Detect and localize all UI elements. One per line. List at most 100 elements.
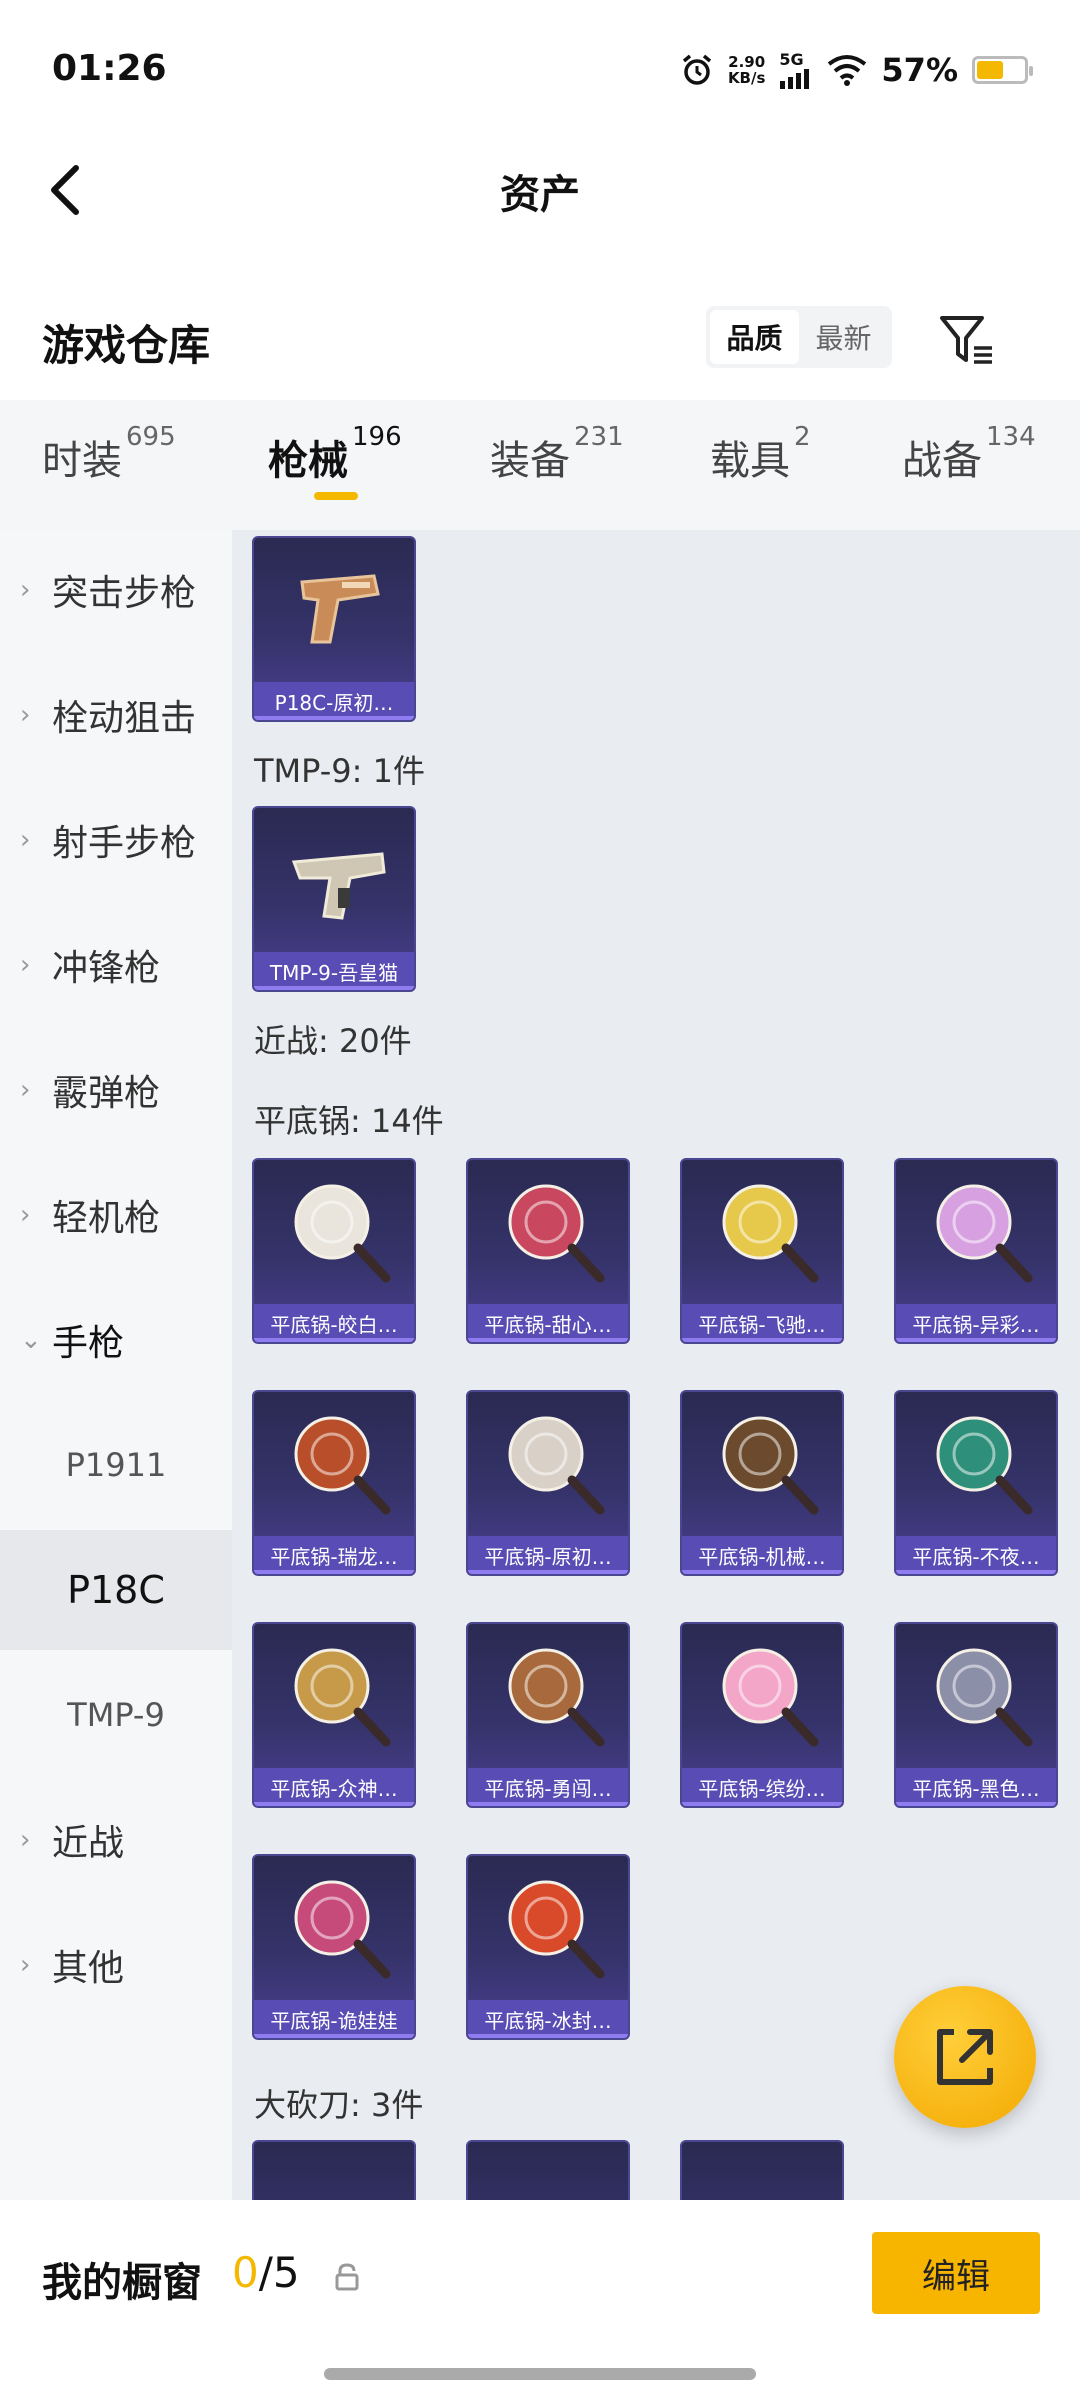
section-label-melee: 近战: 20件 [254,1022,412,1060]
network-type: 5G [779,50,804,69]
sidebar-item-bolt-sniper[interactable]: › 栓动狙击 [0,655,232,775]
pan-item-card[interactable]: 平底锅-瑞龙… [252,1390,416,1576]
chevron-right-icon: › [20,700,31,730]
share-button[interactable] [894,1986,1036,2128]
sidebar-item-shotgun[interactable]: › 霰弹枪 [0,1030,232,1150]
frying-pan-icon [294,1648,391,1747]
tab-count: 2 [794,422,811,452]
item-name: P18C-原初… [254,682,414,720]
smg-icon [291,852,386,920]
pan-item-card[interactable]: 平底锅-黑色… [894,1622,1058,1808]
sidebar-item-lmg[interactable]: › 轻机枪 [0,1155,232,1275]
item-name: 平底锅-诡娃娃 [254,2000,414,2038]
sidebar-subitem-p1911[interactable]: P1911 [0,1405,232,1525]
chevron-right-icon: › [20,950,31,980]
pan-item-card[interactable]: 平底锅-飞驰… [680,1158,844,1344]
sidebar-subitem-tmp9[interactable]: TMP-9 [0,1655,232,1775]
pan-item-card[interactable]: 平底锅-原初… [466,1390,630,1576]
item-card[interactable]: TMP-9-吾皇猫 [252,806,416,992]
pan-item-card[interactable]: 平底锅-冰封… [466,1854,630,2040]
pan-item-card[interactable]: 平底锅-众神… [252,1622,416,1808]
pan-item-card[interactable]: 平底锅-皎白… [252,1158,416,1344]
showcase-separator: / [258,2248,273,2297]
item-card[interactable] [466,2140,630,2200]
section-label-machete: 大砍刀: 3件 [254,2086,424,2124]
sidebar-item-melee[interactable]: › 近战 [0,1780,232,1900]
tab-fashion[interactable]: 时装695 [42,422,176,486]
tab-label: 战备 [902,438,982,484]
tab-supplies[interactable]: 战备134 [902,422,1036,486]
active-tab-indicator [314,492,358,500]
pan-item-card[interactable]: 平底锅-勇闯… [466,1622,630,1808]
tab-vehicles[interactable]: 载具2 [710,422,811,486]
page-title: 资产 [500,172,580,218]
sidebar-item-other[interactable]: › 其他 [0,1905,232,2025]
chevron-right-icon: › [20,1200,31,1230]
frying-pan-icon [936,1648,1033,1747]
item-name: 平底锅-不夜… [896,1536,1056,1574]
sidebar-item-label: 其他 [52,1948,125,1989]
frying-pan-icon [508,1416,605,1515]
sidebar-item-label: 霰弹枪 [52,1073,161,1114]
frying-pan-icon [294,1184,391,1283]
net-speed: 2.90 KB/s [728,54,765,86]
item-card[interactable] [252,2140,416,2200]
frying-pan-icon [722,1648,819,1747]
frying-pan-icon [508,1648,605,1747]
section-label-pan: 平底锅: 14件 [254,1102,444,1140]
item-card[interactable]: P18C-原初… [252,536,416,722]
pan-item-card[interactable]: 平底锅-甜心… [466,1158,630,1344]
sort-newest-option[interactable]: 最新 [799,310,888,364]
tab-equipment[interactable]: 装备231 [490,422,624,486]
item-name: 平底锅-瑞龙… [254,1536,414,1574]
frying-pan-icon [508,1880,605,1979]
edit-button[interactable]: 编辑 [872,2232,1040,2314]
item-name: 平底锅-勇闯… [468,1768,628,1806]
warehouse-bar: 游戏仓库 品质 最新 [0,290,1080,390]
app-header: 资产 [0,140,1080,240]
pan-item-card[interactable]: 平底锅-诡娃娃 [252,1854,416,2040]
item-name: 平底锅-众神… [254,1768,414,1806]
item-name: 平底锅-原初… [468,1536,628,1574]
sidebar-subitem-p18c[interactable]: P18C [0,1530,232,1650]
sidebar-item-assault-rifle[interactable]: › 突击步枪 [0,530,232,650]
tab-count: 134 [986,422,1036,452]
chevron-right-icon: › [20,825,31,855]
chevron-right-icon: › [20,1075,31,1105]
pan-item-card[interactable]: 平底锅-异彩… [894,1158,1058,1344]
share-icon [937,2029,993,2085]
item-name: 平底锅-甜心… [468,1304,628,1342]
frying-pan-icon [722,1184,819,1283]
chevron-right-icon: › [20,1825,31,1855]
sidebar-item-label: 冲锋枪 [52,948,161,989]
sidebar-item-smg[interactable]: › 冲锋枪 [0,905,232,1025]
showcase-total: 5 [272,2248,300,2297]
pan-item-card[interactable]: 平底锅-机械… [680,1390,844,1576]
sidebar-item-label: 近战 [52,1823,125,1864]
pan-item-card[interactable]: 平底锅-缤纷… [680,1622,844,1808]
pistol-icon [300,574,380,644]
tab-weapons[interactable]: 枪械196 [268,422,402,486]
sidebar-item-pistol[interactable]: ⌄ 手枪 [0,1280,232,1400]
item-name: 平底锅-缤纷… [682,1768,842,1806]
wifi-icon [828,54,867,86]
status-bar: 01:26 2.90 KB/s 5G 57% [0,0,1080,140]
item-name: 平底锅-异彩… [896,1304,1056,1342]
filter-icon[interactable] [936,308,1000,372]
frying-pan-icon [936,1416,1033,1515]
sidebar-item-label: 射手步枪 [52,823,197,864]
item-name: 平底锅-黑色… [896,1768,1056,1806]
item-name: 平底锅-皎白… [254,1304,414,1342]
net-speed-unit: KB/s [727,68,766,87]
sort-quality-option[interactable]: 品质 [710,310,799,364]
net-speed-value: 2.90 [728,52,766,71]
pan-item-card[interactable]: 平底锅-不夜… [894,1390,1058,1576]
showcase-label: 我的橱窗 [42,2260,202,2306]
tab-label: 装备 [490,438,570,484]
item-grid: P18C-原初… TMP-9: 1件 TMP-9-吾皇猫 近战: 20件 平底锅… [232,530,1080,2200]
alarm-icon [682,54,712,85]
item-card[interactable] [680,2140,844,2200]
sidebar-item-marksman-rifle[interactable]: › 射手步枪 [0,780,232,900]
tab-label: 时装 [42,438,122,484]
frying-pan-icon [508,1184,605,1283]
